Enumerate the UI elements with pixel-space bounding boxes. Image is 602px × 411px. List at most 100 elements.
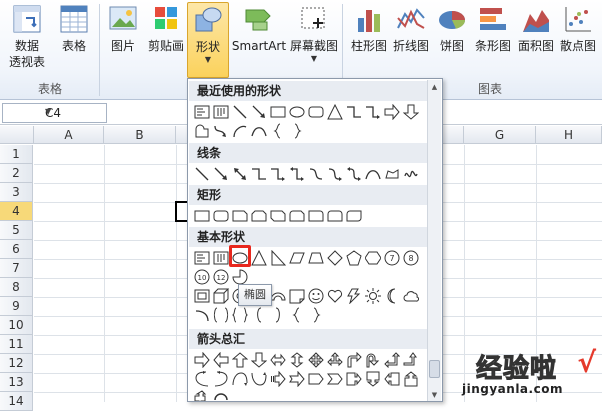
column-chart-button[interactable]: 柱形图 bbox=[348, 2, 390, 76]
right-arrow-shape-icon[interactable] bbox=[192, 351, 211, 369]
arrow-line-shape-icon[interactable] bbox=[211, 165, 230, 183]
elbow-double-arrow-connector-icon[interactable] bbox=[287, 165, 306, 183]
left-right-arrow-icon[interactable] bbox=[268, 351, 287, 369]
line-chart-button[interactable]: 折线图 bbox=[390, 2, 432, 76]
curved-connector-icon[interactable] bbox=[306, 165, 325, 183]
shapes-button[interactable]: 形状 ▼ bbox=[187, 2, 229, 78]
circular-arrow-icon[interactable] bbox=[211, 389, 230, 401]
arrow-line-shape-icon[interactable] bbox=[249, 103, 268, 121]
round-diagonal-rect-icon[interactable] bbox=[344, 207, 363, 225]
row-header[interactable]: 9 bbox=[0, 297, 33, 316]
row-header[interactable]: 1 bbox=[0, 145, 33, 164]
quad-arrow-callout-icon[interactable] bbox=[192, 389, 211, 401]
octagon-shape-icon[interactable]: 8 bbox=[401, 249, 420, 267]
right-arrow-shape-icon[interactable] bbox=[382, 103, 401, 121]
column-header[interactable]: H bbox=[536, 126, 602, 144]
smiley-face-shape-icon[interactable] bbox=[306, 287, 325, 305]
curve-shape-icon[interactable] bbox=[363, 165, 382, 183]
heptagon-shape-icon[interactable]: 7 bbox=[382, 249, 401, 267]
rounded-rect-shape-icon[interactable] bbox=[306, 103, 325, 121]
elbow-connector-icon[interactable] bbox=[249, 165, 268, 183]
curved-up-arrow-icon[interactable] bbox=[230, 370, 249, 388]
flowchart-shape-icon[interactable] bbox=[192, 122, 211, 140]
column-header[interactable]: G bbox=[464, 126, 536, 144]
striped-right-arrow-icon[interactable] bbox=[268, 370, 287, 388]
right-arrow-callout-icon[interactable] bbox=[344, 370, 363, 388]
left-brace-icon[interactable] bbox=[287, 306, 306, 324]
row-header[interactable]: 8 bbox=[0, 278, 33, 297]
oval-shape-icon[interactable] bbox=[287, 103, 306, 121]
scroll-up-icon[interactable]: ▲ bbox=[428, 80, 441, 94]
snip-round-rect-icon[interactable] bbox=[287, 207, 306, 225]
right-brace-icon[interactable] bbox=[306, 306, 325, 324]
round-same-side-rect-icon[interactable] bbox=[325, 207, 344, 225]
frame-shape-icon[interactable] bbox=[192, 287, 211, 305]
cube-shape-icon[interactable] bbox=[211, 287, 230, 305]
freeform-shape-icon[interactable] bbox=[382, 165, 401, 183]
area-chart-button[interactable]: 面积图 bbox=[515, 2, 557, 76]
curved-right-arrow-icon[interactable] bbox=[192, 370, 211, 388]
cloud-shape-icon[interactable] bbox=[401, 287, 420, 305]
up-arrow-callout-icon[interactable] bbox=[401, 370, 420, 388]
up-arrow-shape-icon[interactable] bbox=[230, 351, 249, 369]
left-up-arrow-icon[interactable] bbox=[382, 351, 401, 369]
row-header[interactable]: 12 bbox=[0, 354, 33, 373]
snip-same-side-rect-icon[interactable] bbox=[249, 207, 268, 225]
snip-diagonal-rect-icon[interactable] bbox=[268, 207, 287, 225]
column-header[interactable]: B bbox=[104, 126, 176, 144]
vertical-textbox-shape-icon[interactable] bbox=[211, 103, 230, 121]
row-header[interactable]: 10 bbox=[0, 316, 33, 335]
curved-down-arrow-icon[interactable] bbox=[249, 370, 268, 388]
row-header[interactable]: 2 bbox=[0, 164, 33, 183]
table-button[interactable]: 表格 bbox=[56, 2, 92, 76]
vertical-textbox-shape-icon[interactable] bbox=[211, 249, 230, 267]
row-header[interactable]: 11 bbox=[0, 335, 33, 354]
sun-shape-icon[interactable] bbox=[363, 287, 382, 305]
moon-shape-icon[interactable] bbox=[382, 287, 401, 305]
triangle-shape-icon[interactable] bbox=[249, 249, 268, 267]
arc-shape-icon[interactable] bbox=[192, 306, 211, 324]
right-bracket-icon[interactable] bbox=[268, 306, 287, 324]
select-all-corner[interactable] bbox=[0, 126, 34, 144]
scatter-chart-button[interactable]: 散点图 bbox=[557, 2, 599, 76]
row-header[interactable]: 13 bbox=[0, 373, 33, 392]
column-header[interactable]: A bbox=[34, 126, 104, 144]
scrollbar-thumb[interactable] bbox=[429, 360, 440, 378]
heart-shape-icon[interactable] bbox=[325, 287, 344, 305]
curved-arrow-connector-icon[interactable] bbox=[325, 165, 344, 183]
snip-corner-rect-icon[interactable] bbox=[230, 207, 249, 225]
rectangle-shape-icon[interactable] bbox=[192, 207, 211, 225]
line-shape-icon[interactable] bbox=[230, 103, 249, 121]
right-brace-icon[interactable] bbox=[287, 122, 306, 140]
pie-chart-button[interactable]: 饼图 bbox=[434, 2, 470, 76]
left-bracket-icon[interactable] bbox=[249, 306, 268, 324]
quad-arrow-icon[interactable] bbox=[306, 351, 325, 369]
screenshot-button[interactable]: 屏幕截图 ▼ bbox=[289, 2, 339, 76]
down-arrow-callout-icon[interactable] bbox=[363, 370, 382, 388]
double-bracket-icon[interactable] bbox=[211, 306, 230, 324]
pentagon-shape-icon[interactable] bbox=[344, 249, 363, 267]
row-header[interactable]: 5 bbox=[0, 221, 33, 240]
gallery-scrollbar[interactable]: ▲ ▼ bbox=[427, 80, 441, 401]
folded-corner-shape-icon[interactable] bbox=[287, 287, 306, 305]
left-right-up-arrow-icon[interactable] bbox=[325, 351, 344, 369]
textbox-shape-icon[interactable] bbox=[192, 103, 211, 121]
pivot-table-button[interactable]: 数据 透视表 bbox=[6, 2, 48, 76]
diamond-shape-icon[interactable] bbox=[325, 249, 344, 267]
left-arrow-callout-icon[interactable] bbox=[382, 370, 401, 388]
double-brace-icon[interactable] bbox=[230, 306, 249, 324]
curved-left-arrow-icon[interactable] bbox=[211, 370, 230, 388]
decagon-shape-icon[interactable]: 10 bbox=[192, 268, 211, 286]
double-arrow-line-icon[interactable] bbox=[230, 165, 249, 183]
trapezoid-shape-icon[interactable] bbox=[306, 249, 325, 267]
scroll-down-icon[interactable]: ▼ bbox=[428, 388, 441, 401]
curve-shape-icon[interactable] bbox=[249, 122, 268, 140]
chevron-arrow-icon[interactable] bbox=[325, 370, 344, 388]
row-header[interactable]: 3 bbox=[0, 183, 33, 202]
hexagon-shape-icon[interactable] bbox=[363, 249, 382, 267]
row-header-selected[interactable]: 4 bbox=[0, 202, 33, 221]
rounded-rect-shape-icon[interactable] bbox=[211, 207, 230, 225]
dodecagon-shape-icon[interactable]: 12 bbox=[211, 268, 230, 286]
up-down-arrow-icon[interactable] bbox=[287, 351, 306, 369]
name-box[interactable]: C4 ▼ bbox=[2, 103, 107, 123]
